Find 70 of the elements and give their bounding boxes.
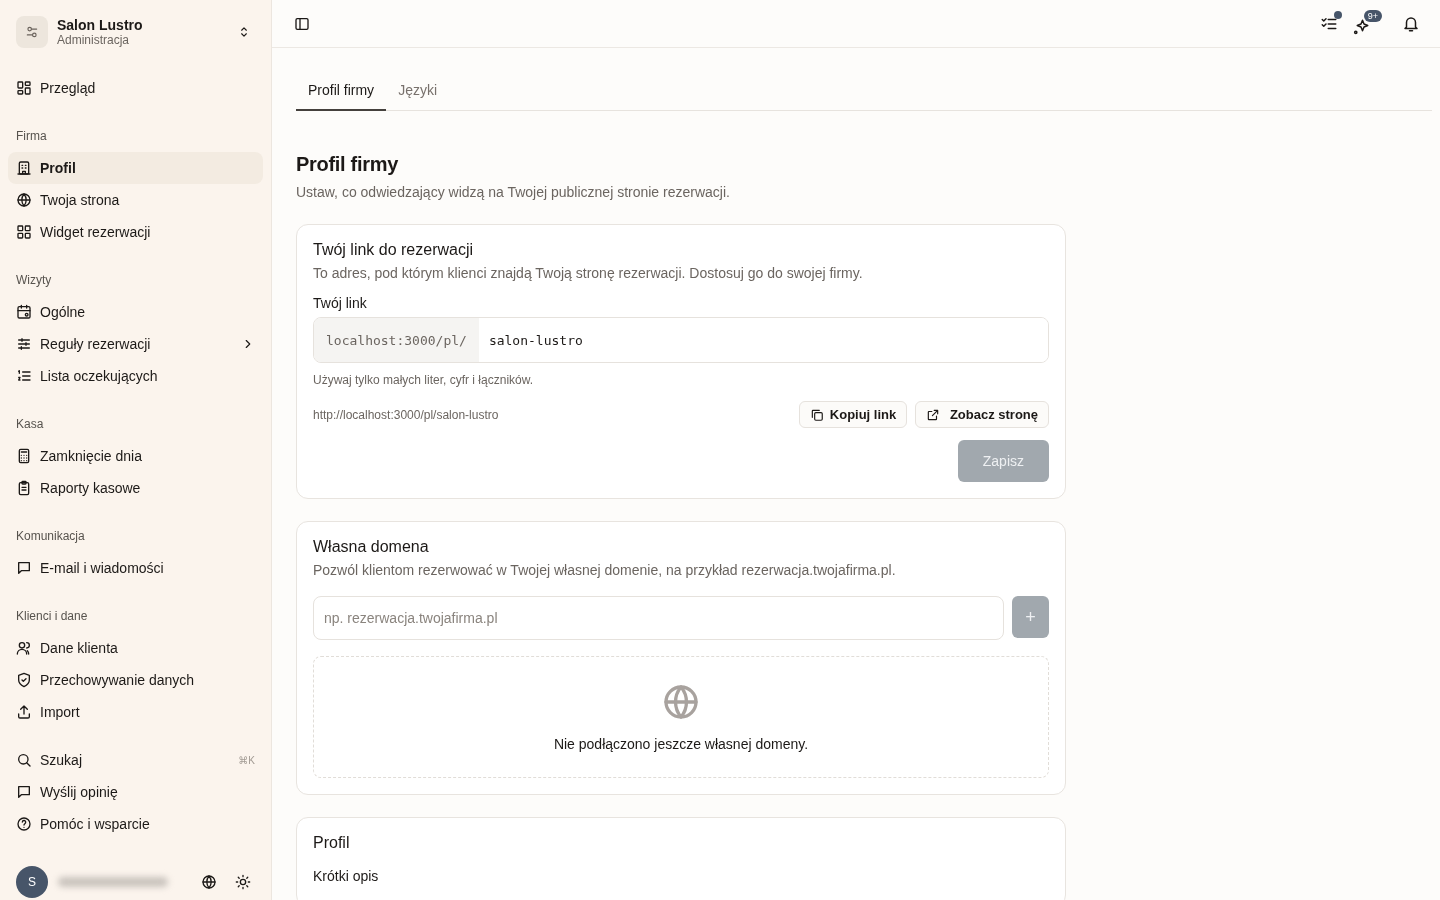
tab[interactable]: Profil firmy <box>296 72 387 111</box>
field-label: Twój link <box>313 295 368 311</box>
link-field[interactable]: localhost:3000/pl/ salon-lustro <box>313 317 1049 363</box>
booking-url: http://localhost:3000/pl/salon-lustro <box>313 407 500 422</box>
globe-icon <box>201 874 217 890</box>
card-description: To adres, pod którym klienci znajdą Twoją stronę rezerwacji. Dostosuj go do swojej firmy. <box>313 265 864 281</box>
sidebar-item[interactable]: Import <box>8 696 263 728</box>
sparkle-icon <box>1352 17 1370 36</box>
clipboard-icon <box>16 480 32 496</box>
page-subtitle: Ustaw, co odwiedzający widzą na Twojej publicznej stronie rezerwacji. <box>296 184 731 200</box>
globe-icon <box>661 682 701 722</box>
sidebar-item[interactable]: Reguły rezerwacji <box>8 328 263 360</box>
globe-icon <box>16 192 32 208</box>
section-heading: Wizyty <box>15 272 53 289</box>
users-icon <box>16 640 32 656</box>
shield-icon <box>16 672 32 688</box>
workspace-role: Administracja <box>57 33 131 47</box>
card-title: Własna domena <box>313 538 430 556</box>
calculator-icon <box>16 448 32 464</box>
grid-icon <box>16 80 32 96</box>
workspace-name: Salon Lustro <box>57 17 144 33</box>
message-icon <box>16 784 32 800</box>
sidebar-item[interactable]: Twoja strona <box>8 184 263 216</box>
view-button[interactable]: Zobacz stronę <box>915 401 1049 428</box>
numbered-list-icon <box>16 368 32 384</box>
bell-icon <box>1402 14 1420 33</box>
grid-icon <box>16 224 32 240</box>
shortcut-hint: ⌘K <box>238 754 255 766</box>
upload-icon <box>16 704 32 720</box>
external-link-icon <box>926 407 941 422</box>
sidebar-item[interactable]: Raporty kasowe <box>8 472 263 504</box>
card-description: Pozwól klientom rezerwować w Twojej własnej domenie, na przykład rezerwacja.twojafirma.pl. <box>313 562 897 578</box>
section-heading: Kasa <box>15 416 45 433</box>
empty-text: Nie podłączono jeszcze własnej domeny. <box>553 736 809 752</box>
page-title: Profil firmy <box>296 153 399 176</box>
sidebar-item[interactable]: Ogólne <box>8 296 263 328</box>
sidebar-item[interactable]: Przechowywanie danych <box>8 664 263 696</box>
card-title: Profil <box>313 834 351 852</box>
section-heading: Klienci i dane <box>15 608 89 625</box>
sidebar-item[interactable]: Przegląd <box>8 72 263 104</box>
help-icon <box>16 816 32 832</box>
section-heading: Komunikacja <box>15 528 86 545</box>
field-hint: Używaj tylko małych liter, cyfr i łączników. <box>313 373 535 387</box>
toggle-icon <box>25 25 39 39</box>
sparkle-button[interactable]: 9+ <box>1350 9 1382 38</box>
sidebar-item[interactable]: Pomóc i wsparcie <box>8 808 263 840</box>
sidebar-item[interactable]: Szukaj ⌘K <box>8 744 263 776</box>
domain-field[interactable]: np. rezerwacja.twojafirma.pl <box>313 596 1004 640</box>
copy-icon <box>809 407 824 422</box>
building-icon <box>16 160 32 176</box>
count-badge: 9+ <box>1363 9 1382 22</box>
sidebar-item[interactable]: E-mail i wiadomości <box>8 552 263 584</box>
copy-button[interactable]: Kopiuj link <box>798 401 908 428</box>
sidebar-item[interactable]: Profil <box>8 152 263 184</box>
sidebar-item[interactable]: Lista oczekujących <box>8 360 263 392</box>
sliders-icon <box>16 336 32 352</box>
sidebar-item[interactable]: Widget rezerwacji <box>8 216 263 248</box>
panel-icon <box>294 15 310 32</box>
sidebar-item[interactable]: Zamknięcie dnia <box>8 440 263 472</box>
section-heading: Firma <box>15 128 48 145</box>
message-icon <box>16 560 32 576</box>
search-icon <box>16 752 32 768</box>
user-avatar[interactable]: S <box>16 866 48 898</box>
sidebar-item[interactable]: Dane klienta <box>8 632 263 664</box>
sun-icon <box>235 874 251 890</box>
sidebar-item[interactable]: Wyślij opinię <box>8 776 263 808</box>
field-label: Krótki opis <box>313 868 380 884</box>
calendar-icon <box>16 304 32 320</box>
tab[interactable]: Języki <box>386 72 450 111</box>
card-title: Twój link do rezerwacji <box>313 241 475 259</box>
